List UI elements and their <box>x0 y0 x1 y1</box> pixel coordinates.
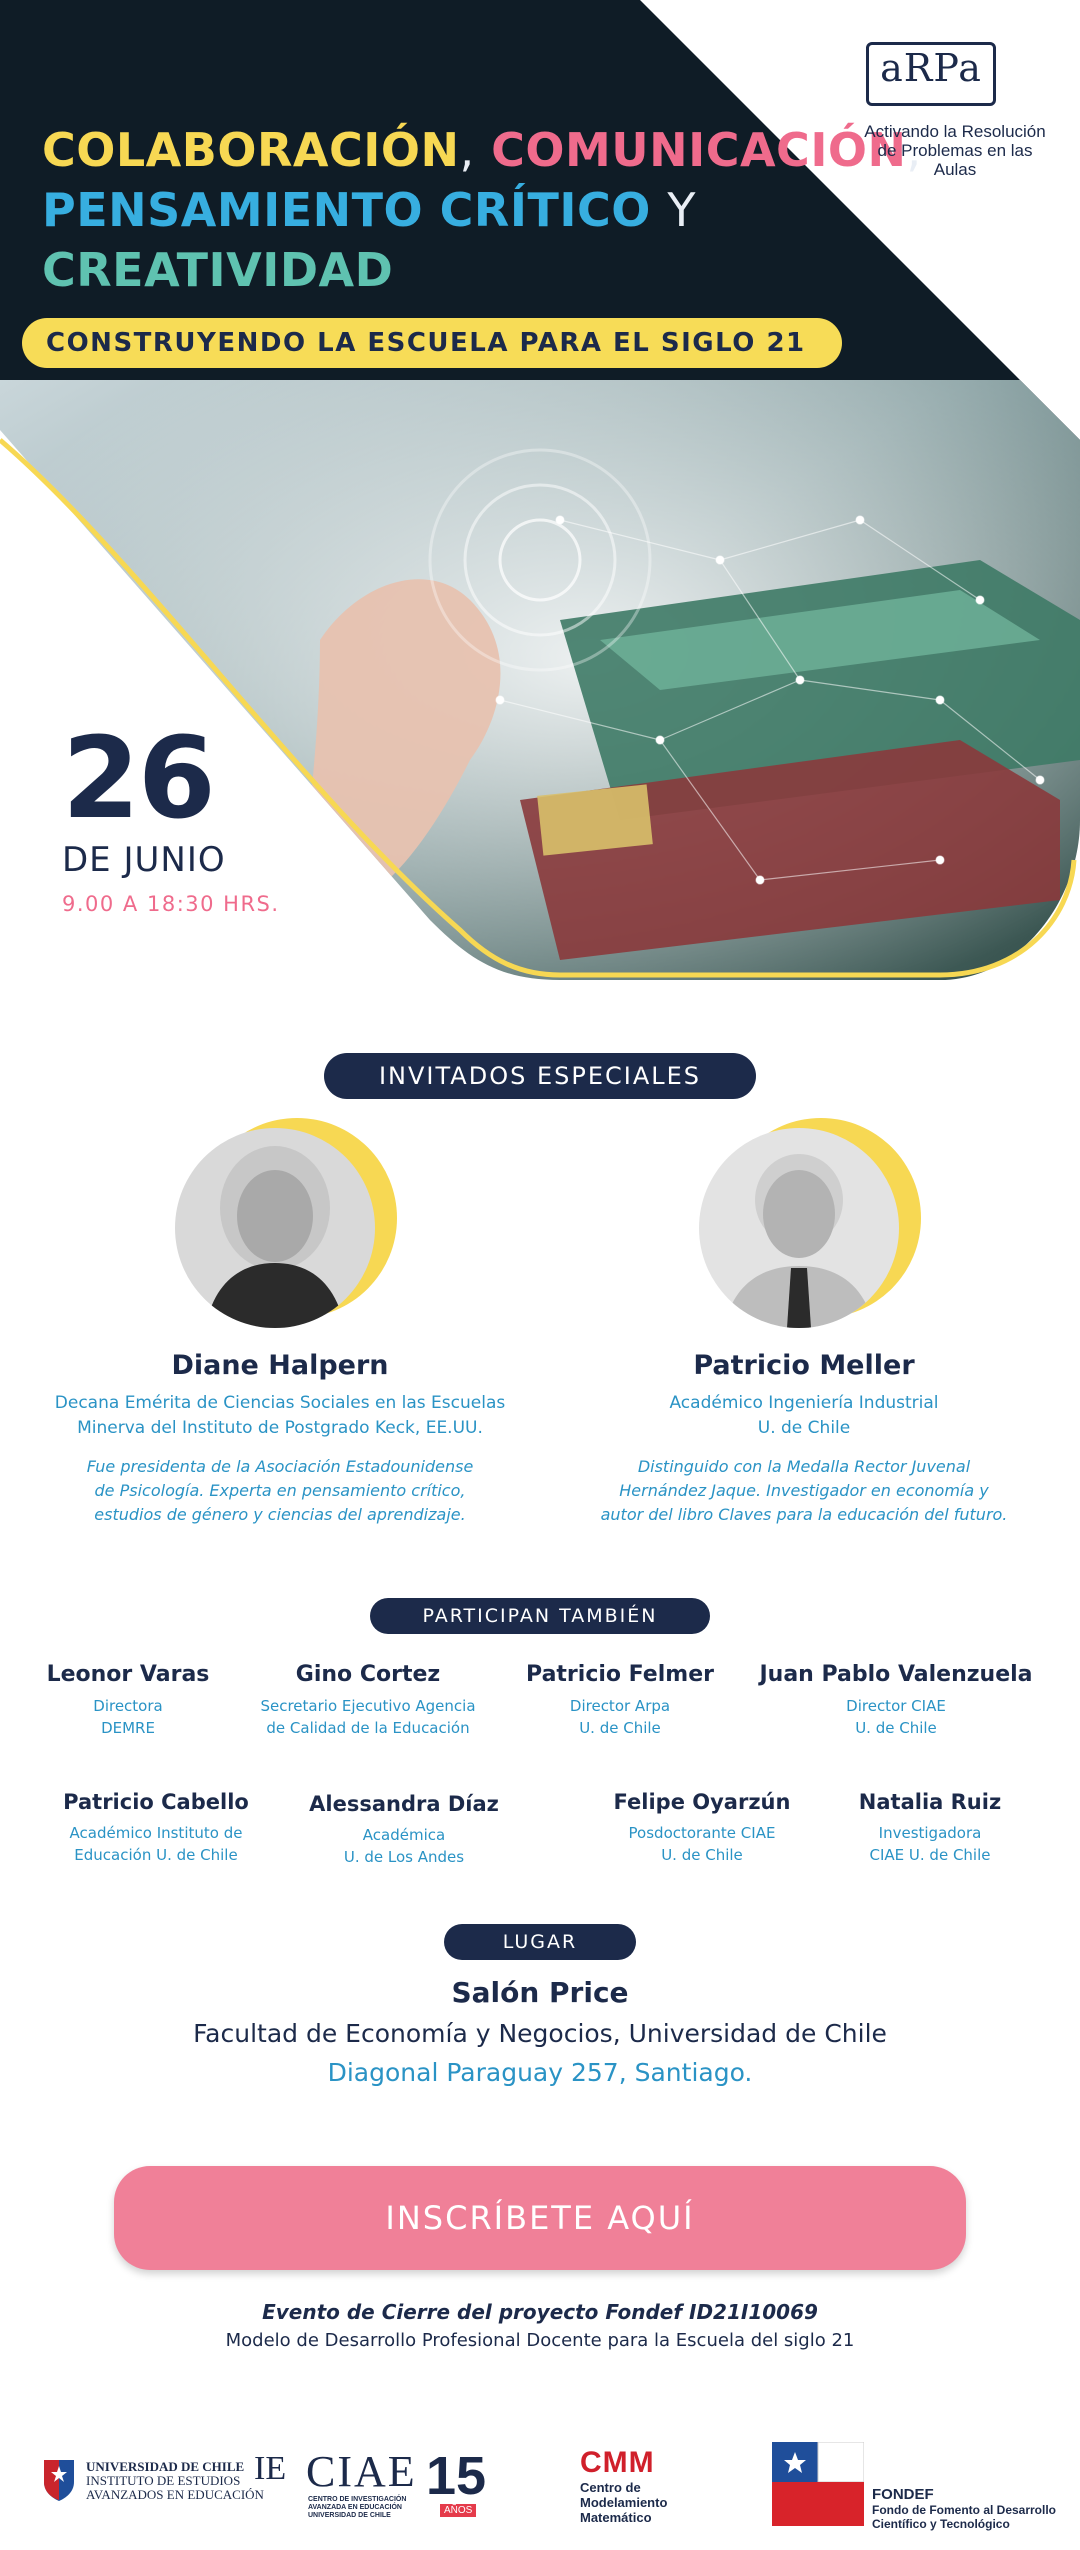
guest-bio: Fue presidenta de la Asociación Estadoun… <box>86 1457 474 1524</box>
ie-logo: IE <box>254 2450 287 2487</box>
event-hours: 9.00 A 18:30 HRS. <box>62 892 280 916</box>
section-pill-lugar: LUGAR <box>444 1924 636 1960</box>
venue-info: Salón Price Facultad de Economía y Negoc… <box>0 1976 1080 2087</box>
event-day: 26 <box>62 714 216 844</box>
cmm-logo: CMM Centro de Modelamiento Matemático <box>580 2446 668 2525</box>
guest-card-halpern: Diane Halpern Decana Emérita de Ciencias… <box>40 1118 520 1527</box>
guest-card-meller: Patricio Meller Académico Ingeniería Ind… <box>564 1118 1044 1527</box>
event-date: 26 DE JUNIO 9.00 A 18:30 HRS. <box>62 714 280 916</box>
headline-communication: COMUNICACIÓN <box>491 123 907 177</box>
guest-role: Decana Emérita de Ciencias Sociales en l… <box>54 1393 506 1438</box>
guest-photo-meller <box>699 1128 899 1328</box>
section-pill-participan: PARTICIPAN TAMBIÉN <box>370 1598 710 1634</box>
participant-card: Gino Cortez Secretario Ejecutivo Agencia… <box>260 1662 476 1737</box>
arpa-logo-word: aRPa <box>880 46 982 90</box>
participant-card: Alessandra Díaz Académica U. de Los Andes <box>309 1792 499 1866</box>
guest-name: Patricio Meller <box>693 1350 915 1381</box>
headline-creativity: CREATIVIDAD <box>42 243 394 297</box>
sponsor-logos: UNIVERSIDAD DE CHILE INSTITUTO DE ESTUDI… <box>0 2430 1080 2540</box>
participant-card: Natalia Ruiz Investigadora CIAE U. de Chi… <box>858 1790 1002 1864</box>
participant-card: Leonor Varas Directora DEMRE <box>46 1662 210 1737</box>
closing-note: Evento de Cierre del proyecto Fondef ID2… <box>0 2300 1080 2351</box>
participant-card: Patricio Felmer Director Arpa U. de Chile <box>526 1662 714 1737</box>
headline-collaboration: COLABORACIÓN <box>42 123 460 177</box>
participant-card: Juan Pablo Valenzuela Director CIAE U. de… <box>759 1662 1033 1737</box>
guest-avatar <box>175 1118 397 1328</box>
guest-photo-halpern <box>175 1128 375 1328</box>
participant-card: Felipe Oyarzún Posdoctorante CIAE U. de C… <box>613 1790 791 1864</box>
event-month: DE JUNIO <box>62 840 226 880</box>
guest-role: Académico Ingeniería Industrial U. de Ch… <box>669 1393 939 1438</box>
event-headline: COLABORACIÓN, COMUNICACIÓN, PENSAMIENTO … <box>42 123 922 297</box>
guest-bio: Distinguido con la Medalla Rector Juvena… <box>600 1457 1008 1524</box>
closing-subtitle: Modelo de Desarrollo Profesional Docente… <box>225 2330 855 2351</box>
conicyt-flag-icon <box>772 2442 864 2526</box>
venue-faculty: Facultad de Economía y Negocios, Univers… <box>193 2019 887 2048</box>
section-pill-invitados: INVITADOS ESPECIALES <box>324 1053 756 1099</box>
headline-critical-thinking: PENSAMIENTO CRÍTICO <box>42 183 651 237</box>
ciae-anniversary: 15 <box>426 2446 487 2506</box>
participant-card: Patricio Cabello Académico Instituto de E… <box>63 1790 249 1864</box>
closing-title: Evento de Cierre del proyecto Fondef ID2… <box>262 2300 818 2324</box>
arpa-logo: aRPa Activando la Resolución de Problema… <box>860 42 1050 179</box>
venue-name: Salón Price <box>451 1976 629 2009</box>
register-button[interactable]: INSCRÍBETE AQUÍ <box>114 2166 966 2270</box>
guest-name: Diane Halpern <box>171 1350 389 1381</box>
arpa-logo-subtitle: Activando la Resolución de Problemas en … <box>864 122 1046 179</box>
guest-avatar <box>699 1118 921 1328</box>
venue-address: Diagonal Paraguay 257, Santiago. <box>327 2058 753 2087</box>
tagline-banner: CONSTRUYENDO LA ESCUELA PARA EL SIGLO 21 <box>22 318 842 368</box>
uchile-shield-icon <box>44 2460 74 2501</box>
ciae-logo: CIAE CENTRO DE INVESTIGACIÓN AVANZADA EN… <box>306 2446 487 2519</box>
